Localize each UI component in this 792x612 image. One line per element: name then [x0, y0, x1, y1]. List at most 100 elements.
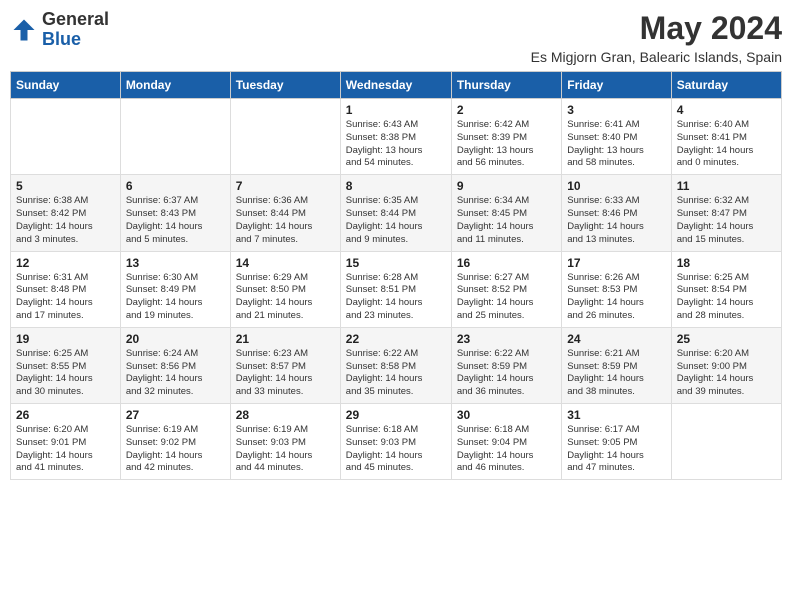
- logo-icon: [10, 16, 38, 44]
- calendar-cell: 21 Sunrise: 6:23 AM Sunset: 8:57 PM Dayli…: [230, 327, 340, 403]
- calendar-cell: 14 Sunrise: 6:29 AM Sunset: 8:50 PM Dayli…: [230, 251, 340, 327]
- calendar-cell: 6 Sunrise: 6:37 AM Sunset: 8:43 PM Daylig…: [120, 175, 230, 251]
- week-row-1: 1 Sunrise: 6:43 AM Sunset: 8:38 PM Daylig…: [11, 99, 782, 175]
- calendar-cell: 20Sunrise: 6:24 AM Sunset: 8:56 PM Dayli…: [120, 327, 230, 403]
- column-header-friday: Friday: [562, 72, 671, 99]
- day-number: 10: [567, 179, 665, 193]
- day-number: 25: [677, 332, 776, 346]
- day-info: Sunrise: 6:17 AM Sunset: 9:05 PM Dayligh…: [567, 424, 665, 475]
- week-row-2: 5 Sunrise: 6:38 AM Sunset: 8:42 PM Daylig…: [11, 175, 782, 251]
- day-info: Sunrise: 6:42 AM Sunset: 8:39 PM Dayligh…: [457, 119, 556, 170]
- day-number: 22: [346, 332, 446, 346]
- calendar-cell: 8Sunrise: 6:35 AM Sunset: 8:44 PM Daylig…: [340, 175, 451, 251]
- day-info: Sunrise: 6:34 AM Sunset: 8:45 PM Dayligh…: [457, 195, 556, 246]
- column-header-thursday: Thursday: [451, 72, 561, 99]
- calendar-cell: 31Sunrise: 6:17 AM Sunset: 9:05 PM Dayli…: [562, 404, 671, 480]
- calendar-cell: 27 Sunrise: 6:19 AM Sunset: 9:02 PM Dayli…: [120, 404, 230, 480]
- day-number: 28: [236, 408, 335, 422]
- day-number: 30: [457, 408, 556, 422]
- day-info: Sunrise: 6:37 AM Sunset: 8:43 PM Dayligh…: [126, 195, 225, 246]
- day-number: 7: [236, 179, 335, 193]
- column-header-tuesday: Tuesday: [230, 72, 340, 99]
- calendar-table: SundayMondayTuesdayWednesdayThursdayFrid…: [10, 71, 782, 480]
- day-number: 15: [346, 256, 446, 270]
- day-info: Sunrise: 6:36 AM Sunset: 8:44 PM Dayligh…: [236, 195, 335, 246]
- day-info: Sunrise: 6:25 AM Sunset: 8:54 PM Dayligh…: [677, 272, 776, 323]
- calendar-cell: [671, 404, 781, 480]
- week-row-3: 12 Sunrise: 6:31 AM Sunset: 8:48 PM Dayli…: [11, 251, 782, 327]
- column-header-wednesday: Wednesday: [340, 72, 451, 99]
- day-number: 5: [16, 179, 115, 193]
- day-info: Sunrise: 6:31 AM Sunset: 8:48 PM Dayligh…: [16, 272, 115, 323]
- day-number: 13: [126, 256, 225, 270]
- week-row-5: 26 Sunrise: 6:20 AM Sunset: 9:01 PM Dayli…: [11, 404, 782, 480]
- page-header: General Blue May 2024 Es Migjorn Gran, B…: [10, 10, 782, 65]
- day-info: Sunrise: 6:19 AM Sunset: 9:03 PM Dayligh…: [236, 424, 335, 475]
- calendar-cell: 7 Sunrise: 6:36 AM Sunset: 8:44 PM Daylig…: [230, 175, 340, 251]
- calendar-cell: 5 Sunrise: 6:38 AM Sunset: 8:42 PM Daylig…: [11, 175, 121, 251]
- day-number: 11: [677, 179, 776, 193]
- day-number: 20: [126, 332, 225, 346]
- day-info: Sunrise: 6:21 AM Sunset: 8:59 PM Dayligh…: [567, 348, 665, 399]
- day-number: 29: [346, 408, 446, 422]
- day-info: Sunrise: 6:26 AM Sunset: 8:53 PM Dayligh…: [567, 272, 665, 323]
- day-number: 3: [567, 103, 665, 117]
- day-number: 1: [346, 103, 446, 117]
- day-info: Sunrise: 6:25 AM Sunset: 8:55 PM Dayligh…: [16, 348, 115, 399]
- logo: General Blue: [10, 10, 109, 50]
- calendar-cell: [230, 99, 340, 175]
- title-section: May 2024 Es Migjorn Gran, Balearic Islan…: [531, 10, 782, 65]
- calendar-header-row: SundayMondayTuesdayWednesdayThursdayFrid…: [11, 72, 782, 99]
- day-info: Sunrise: 6:27 AM Sunset: 8:52 PM Dayligh…: [457, 272, 556, 323]
- week-row-4: 19Sunrise: 6:25 AM Sunset: 8:55 PM Dayli…: [11, 327, 782, 403]
- day-info: Sunrise: 6:23 AM Sunset: 8:57 PM Dayligh…: [236, 348, 335, 399]
- calendar-cell: 17Sunrise: 6:26 AM Sunset: 8:53 PM Dayli…: [562, 251, 671, 327]
- calendar-cell: 9 Sunrise: 6:34 AM Sunset: 8:45 PM Daylig…: [451, 175, 561, 251]
- calendar-cell: 19Sunrise: 6:25 AM Sunset: 8:55 PM Dayli…: [11, 327, 121, 403]
- day-info: Sunrise: 6:18 AM Sunset: 9:04 PM Dayligh…: [457, 424, 556, 475]
- column-header-saturday: Saturday: [671, 72, 781, 99]
- day-number: 18: [677, 256, 776, 270]
- calendar-cell: 26 Sunrise: 6:20 AM Sunset: 9:01 PM Dayli…: [11, 404, 121, 480]
- day-info: Sunrise: 6:29 AM Sunset: 8:50 PM Dayligh…: [236, 272, 335, 323]
- calendar-cell: 18 Sunrise: 6:25 AM Sunset: 8:54 PM Dayli…: [671, 251, 781, 327]
- day-number: 6: [126, 179, 225, 193]
- calendar-cell: 23Sunrise: 6:22 AM Sunset: 8:59 PM Dayli…: [451, 327, 561, 403]
- day-number: 21: [236, 332, 335, 346]
- day-number: 26: [16, 408, 115, 422]
- calendar-cell: 10 Sunrise: 6:33 AM Sunset: 8:46 PM Dayli…: [562, 175, 671, 251]
- month-title: May 2024: [531, 10, 782, 47]
- day-number: 8: [346, 179, 446, 193]
- day-info: Sunrise: 6:33 AM Sunset: 8:46 PM Dayligh…: [567, 195, 665, 246]
- calendar-cell: 13 Sunrise: 6:30 AM Sunset: 8:49 PM Dayli…: [120, 251, 230, 327]
- day-number: 12: [16, 256, 115, 270]
- day-info: Sunrise: 6:30 AM Sunset: 8:49 PM Dayligh…: [126, 272, 225, 323]
- calendar-cell: 11 Sunrise: 6:32 AM Sunset: 8:47 PM Dayli…: [671, 175, 781, 251]
- day-number: 14: [236, 256, 335, 270]
- day-number: 9: [457, 179, 556, 193]
- logo-text: General Blue: [42, 10, 109, 50]
- calendar-cell: 3 Sunrise: 6:41 AM Sunset: 8:40 PM Daylig…: [562, 99, 671, 175]
- day-info: Sunrise: 6:20 AM Sunset: 9:00 PM Dayligh…: [677, 348, 776, 399]
- day-info: Sunrise: 6:43 AM Sunset: 8:38 PM Dayligh…: [346, 119, 446, 170]
- day-info: Sunrise: 6:19 AM Sunset: 9:02 PM Dayligh…: [126, 424, 225, 475]
- day-number: 27: [126, 408, 225, 422]
- calendar-cell: 15Sunrise: 6:28 AM Sunset: 8:51 PM Dayli…: [340, 251, 451, 327]
- calendar-cell: 25 Sunrise: 6:20 AM Sunset: 9:00 PM Dayli…: [671, 327, 781, 403]
- day-info: Sunrise: 6:32 AM Sunset: 8:47 PM Dayligh…: [677, 195, 776, 246]
- calendar-cell: 29Sunrise: 6:18 AM Sunset: 9:03 PM Dayli…: [340, 404, 451, 480]
- column-header-sunday: Sunday: [11, 72, 121, 99]
- column-header-monday: Monday: [120, 72, 230, 99]
- day-info: Sunrise: 6:40 AM Sunset: 8:41 PM Dayligh…: [677, 119, 776, 170]
- logo-blue: Blue: [42, 30, 109, 50]
- calendar-cell: 24Sunrise: 6:21 AM Sunset: 8:59 PM Dayli…: [562, 327, 671, 403]
- day-info: Sunrise: 6:38 AM Sunset: 8:42 PM Dayligh…: [16, 195, 115, 246]
- calendar-cell: 28 Sunrise: 6:19 AM Sunset: 9:03 PM Dayli…: [230, 404, 340, 480]
- day-number: 4: [677, 103, 776, 117]
- day-info: Sunrise: 6:22 AM Sunset: 8:58 PM Dayligh…: [346, 348, 446, 399]
- day-info: Sunrise: 6:41 AM Sunset: 8:40 PM Dayligh…: [567, 119, 665, 170]
- day-info: Sunrise: 6:20 AM Sunset: 9:01 PM Dayligh…: [16, 424, 115, 475]
- calendar-cell: [11, 99, 121, 175]
- day-number: 23: [457, 332, 556, 346]
- calendar-cell: 1 Sunrise: 6:43 AM Sunset: 8:38 PM Daylig…: [340, 99, 451, 175]
